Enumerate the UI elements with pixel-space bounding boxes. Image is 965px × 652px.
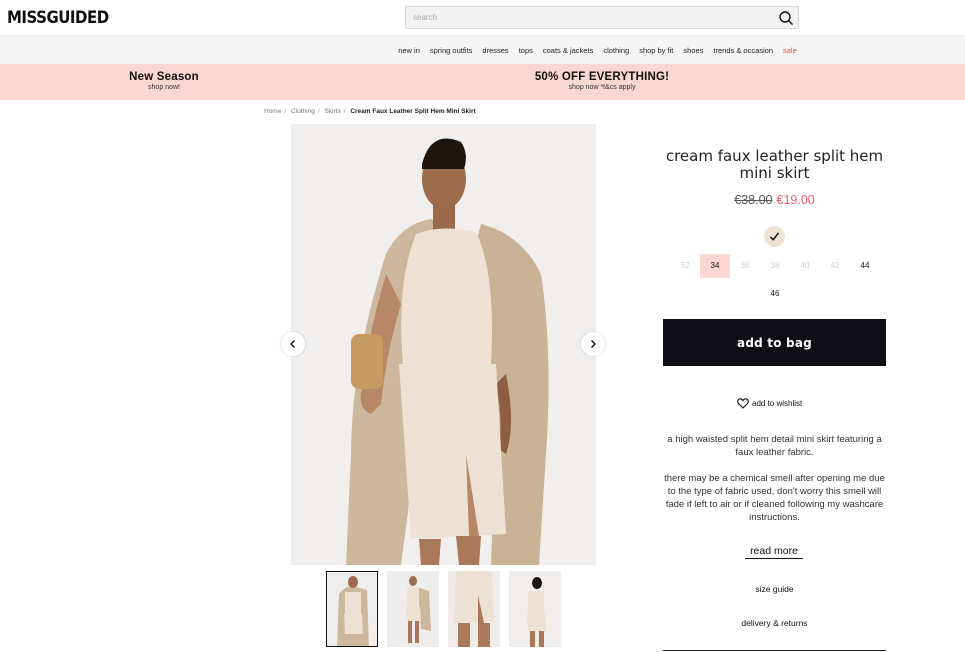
size-option: 36 [740,261,750,270]
search-icon[interactable] [778,10,794,26]
delivery-returns-link[interactable]: delivery & returns [663,618,886,628]
promo-banner[interactable]: New Season shop now! 50% OFF EVERYTHING!… [0,64,965,100]
color-swatch[interactable] [764,226,785,247]
size-selector: 32 34 36 38 40 42 44 46 [670,254,880,304]
nav-item[interactable]: trends & occasion [713,46,773,55]
nav-item[interactable]: shoes [683,46,703,55]
size-option: 42 [830,261,840,270]
thumbnail-image [327,572,377,646]
promo-sale[interactable]: 50% OFF EVERYTHING! shop now *t&cs apply [480,71,724,91]
promo-left-sub: shop now! [148,84,180,91]
thumbnail[interactable] [448,571,500,647]
thumbnail-image [448,571,500,647]
nav-item[interactable]: clothing [603,46,629,55]
breadcrumb-separator: / [284,108,287,115]
heart-icon [737,397,749,409]
add-to-wishlist-button[interactable]: add to wishlist [737,396,802,410]
nav-item[interactable]: tops [519,46,533,55]
original-price: €38.00 [734,193,773,207]
chevron-right-icon [591,340,596,348]
product-title: cream faux leather split hem mini skirt [665,147,884,182]
thumbnail-image [387,571,439,647]
checkmark-icon [769,232,780,241]
product-price: €38.00 €19.00 [663,193,886,207]
breadcrumb: Home / Clothing / Skirts / Cream Faux Leath… [264,108,479,115]
thumbnail-strip [326,571,562,648]
breadcrumb-skirts[interactable]: Skirts [324,108,340,115]
breadcrumb-separator: / [317,108,320,115]
chevron-left-icon [290,340,295,348]
description-paragraph: a high waisted split hem detail mini ski… [667,434,882,458]
size-option: 40 [800,261,810,270]
product-main-image[interactable] [291,124,596,565]
main-nav: new in spring outfits dresses tops coats & j… [0,35,965,64]
model-photo [291,124,596,565]
logo[interactable]: MISSGUIDED [7,7,109,28]
search-input[interactable] [406,7,766,28]
nav-list: new in spring outfits dresses tops coats & j… [0,36,965,65]
thumbnail[interactable] [387,571,439,647]
thumbnail-image [509,571,561,647]
nav-item[interactable]: spring outfits [430,46,473,55]
breadcrumb-clothing[interactable]: Clothing [291,108,315,115]
size-guide-link[interactable]: size guide [663,584,886,594]
nav-item[interactable]: dresses [482,46,508,55]
thumbnail[interactable] [509,571,561,647]
size-option[interactable]: 46 [760,282,790,306]
nav-item[interactable]: coats & jackets [543,46,593,55]
promo-new-season[interactable]: New Season shop now! [118,71,210,91]
promo-right-title: 50% OFF EVERYTHING! [534,71,670,83]
sale-price: €19.00 [776,193,815,207]
breadcrumb-current: Cream Faux Leather Split Hem Mini Skirt [350,108,476,115]
promo-left-title: New Season [129,71,199,83]
add-to-bag-button[interactable]: add to bag [663,319,886,366]
product-description: a high waisted split hem detail mini ski… [663,433,886,537]
size-option[interactable]: 34 [700,254,730,278]
size-option: 38 [770,261,780,270]
header: MISSGUIDED [0,0,965,35]
divider [663,650,886,651]
size-option[interactable]: 44 [850,254,880,278]
nav-item[interactable]: sale [783,46,797,55]
description-paragraph: there may be a chemical smell after open… [664,473,885,523]
breadcrumb-separator: / [343,108,346,115]
read-more-link[interactable]: read more [745,545,803,559]
gallery-prev-button[interactable] [281,332,305,356]
nav-item[interactable]: new in [398,46,420,55]
search-bar [405,6,799,29]
promo-right-sub: shop now *t&cs apply [568,84,636,91]
nav-item[interactable]: shop by fit [639,46,673,55]
breadcrumb-home[interactable]: Home [264,108,281,115]
wishlist-label: add to wishlist [752,398,803,408]
size-option: 32 [680,261,690,270]
gallery-next-button[interactable] [581,332,605,356]
thumbnail[interactable] [326,571,378,647]
